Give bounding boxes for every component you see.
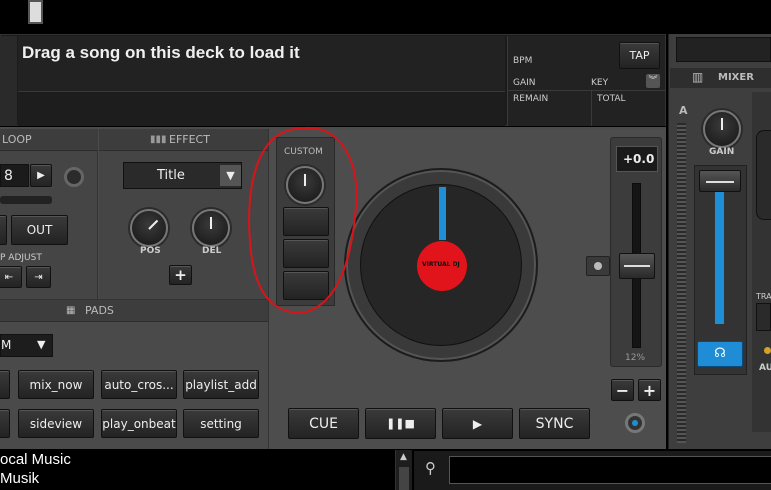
remain-label: REMAIN	[513, 94, 549, 104]
del-label: DEL	[202, 246, 222, 256]
mixer-title: MIXER	[718, 72, 754, 83]
mixer-tra-button[interactable]	[756, 303, 771, 331]
pos-knob[interactable]	[130, 209, 168, 247]
pitch-range-label: 12%	[625, 353, 646, 363]
loop-adjust-label: P ADJUST	[0, 253, 42, 263]
play-button[interactable]: ▶	[442, 408, 513, 439]
jog-position-marker	[439, 187, 446, 240]
loop-length-display: 8	[0, 164, 29, 187]
song-title-area[interactable]: Drag a song on this deck to load it	[18, 36, 505, 92]
pad-2-4[interactable]: setting	[183, 409, 259, 438]
pads-header: ▦ PADS	[0, 300, 268, 322]
effect-select-arrow-icon: ▼	[220, 165, 241, 186]
mixer-gain-knob[interactable]	[703, 110, 741, 148]
gain-label-deck: GAIN	[513, 78, 536, 88]
mixer-volume-fader-handle[interactable]	[699, 170, 741, 192]
loop-in-button[interactable]	[0, 215, 7, 245]
mixer-au-label: AU	[759, 363, 771, 373]
folder-item-musik[interactable]: Musik	[0, 470, 39, 487]
del-knob[interactable]	[192, 209, 230, 247]
effect-header: ▮▮▮ EFFECT	[99, 129, 268, 151]
loop-adjust-left-button[interactable]: ⇤	[0, 266, 22, 288]
search-input[interactable]	[449, 456, 771, 484]
mixer-deck-letter: A	[679, 104, 688, 117]
pads-grid-icon: ▦	[66, 305, 76, 316]
loop-length-value: 8	[4, 168, 13, 184]
pad-1-2[interactable]: mix_now	[18, 370, 94, 399]
pause-stop-button[interactable]: ❚❚■	[365, 408, 436, 439]
annotation-circle	[248, 126, 358, 314]
effect-add-button[interactable]: +	[169, 265, 192, 285]
mixer-gain-label: GAIN	[709, 147, 735, 157]
top-strip	[0, 0, 771, 34]
scroll-up-icon[interactable]: ▲	[400, 452, 407, 462]
pad-2-1[interactable]	[0, 409, 10, 438]
loop-settings-icon[interactable]	[64, 167, 84, 187]
key-label: KEY	[591, 78, 609, 88]
tap-button[interactable]: TAP	[619, 42, 660, 69]
folder-item-local-music[interactable]: ocal Music	[0, 451, 71, 468]
total-label: TOTAL	[597, 94, 626, 104]
song-subtitle-area	[18, 93, 505, 126]
effect-title: EFFECT	[169, 133, 210, 146]
loop-title: LOOP	[2, 133, 32, 146]
mixer-header: ▥ MIXER	[670, 68, 771, 88]
scroll-thumb[interactable]	[399, 467, 409, 490]
pitch-value: +0.0	[623, 152, 655, 166]
platter-label: VIRTUAL DJ	[417, 241, 467, 291]
pads-title: PADS	[85, 304, 114, 317]
pad-2-2[interactable]: sideview	[18, 409, 94, 438]
sync-button[interactable]: SYNC	[519, 408, 590, 439]
effect-wave-icon: ▮▮▮	[150, 134, 167, 145]
effect-select-value: Title	[157, 168, 185, 183]
pitch-plus-button[interactable]: +	[638, 379, 661, 401]
cue-button[interactable]: CUE	[288, 408, 359, 439]
headphone-cue-button[interactable]: ☊	[697, 341, 743, 367]
platter-logo-text: VIRTUAL DJ	[422, 261, 460, 268]
pads-mode-arrow-icon: ▼	[37, 338, 46, 351]
mixer-side-knob[interactable]	[756, 130, 771, 220]
key-expand-icon[interactable]: ︾	[646, 74, 660, 88]
bpm-label: BPM	[513, 56, 533, 66]
mixer-top-display	[676, 37, 771, 62]
mixer-vu-meter	[677, 123, 686, 443]
browser-folder-list: ocal Music Musik	[0, 450, 395, 490]
pitch-minus-button[interactable]: −	[611, 379, 634, 401]
loop-next-button[interactable]: ▶	[30, 164, 52, 187]
pos-label: POS	[140, 246, 161, 256]
browser-scrollbar[interactable]: ▲	[395, 450, 412, 490]
key-lock-icon[interactable]	[625, 413, 645, 433]
search-icon[interactable]: ⚲	[425, 459, 436, 477]
pads-mode-value: M	[1, 338, 12, 352]
info-divider-v	[591, 91, 592, 126]
search-bar: ⚲	[414, 451, 771, 490]
pads-panel: ▦ PADS M ▼ mix_now auto_cros... playlist…	[0, 299, 268, 449]
loop-out-button[interactable]: OUT	[11, 215, 68, 245]
mixer-fader-level	[715, 190, 724, 324]
load-hint-text: Drag a song on this deck to load it	[22, 43, 300, 62]
pitch-slider-handle[interactable]	[619, 253, 655, 279]
waveform-left-edge	[0, 36, 17, 126]
pad-1-3[interactable]: auto_cros...	[101, 370, 177, 399]
jog-wheel[interactable]: VIRTUAL DJ	[344, 168, 538, 362]
pitch-reset-dot[interactable]	[586, 256, 610, 276]
pad-1-4[interactable]: playlist_add	[183, 370, 259, 399]
mixer-au-dot	[764, 347, 771, 354]
pitch-panel: +0.0 12%	[610, 137, 662, 367]
effect-select[interactable]: Title ▼	[123, 162, 242, 189]
effect-panel: ▮▮▮ EFFECT Title ▼ POS DEL +	[99, 129, 268, 299]
loop-progress-bar	[0, 196, 52, 204]
pad-2-3[interactable]: play_onbeat	[101, 409, 177, 438]
pads-mode-select[interactable]: M ▼	[0, 334, 53, 357]
mixer-icon: ▥	[692, 70, 704, 84]
pitch-value-display: +0.0	[616, 146, 658, 172]
pad-1-1[interactable]	[0, 370, 10, 399]
mixer-tra-label: TRA	[756, 292, 771, 301]
loop-header: LOOP	[0, 129, 98, 151]
info-divider-h	[508, 90, 666, 91]
loop-adjust-right-button[interactable]: ⇥	[26, 266, 51, 288]
top-scroll-thumb[interactable]	[28, 0, 43, 24]
loop-panel: LOOP 8 ▶ OUT P ADJUST ⇤ ⇥	[0, 129, 98, 299]
